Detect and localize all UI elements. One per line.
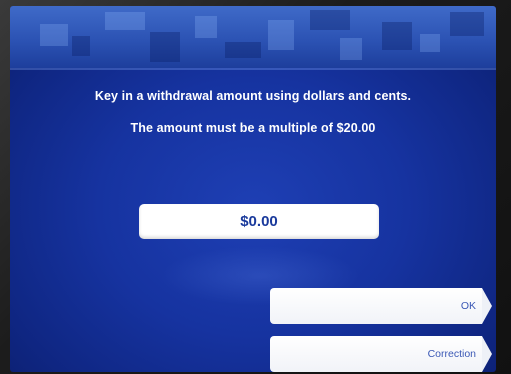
correction-button-label: Correction — [427, 348, 476, 360]
ok-button-label: OK — [460, 300, 476, 312]
instruction-text: Key in a withdrawal amount using dollars… — [94, 89, 412, 103]
amount-field[interactable]: $0.00 — [139, 204, 379, 239]
ok-button[interactable]: OK — [270, 288, 492, 324]
multiple-rule-text: The amount must be a multiple of $20.00 — [130, 121, 376, 135]
correction-button[interactable]: Correction — [270, 336, 492, 372]
atm-screen: Key in a withdrawal amount using dollars… — [10, 6, 496, 372]
chevron-right-icon — [482, 336, 492, 372]
chevron-right-icon — [482, 288, 492, 324]
banner-divider — [10, 68, 496, 70]
amount-value: $0.00 — [240, 213, 278, 230]
header-banner — [10, 6, 496, 68]
